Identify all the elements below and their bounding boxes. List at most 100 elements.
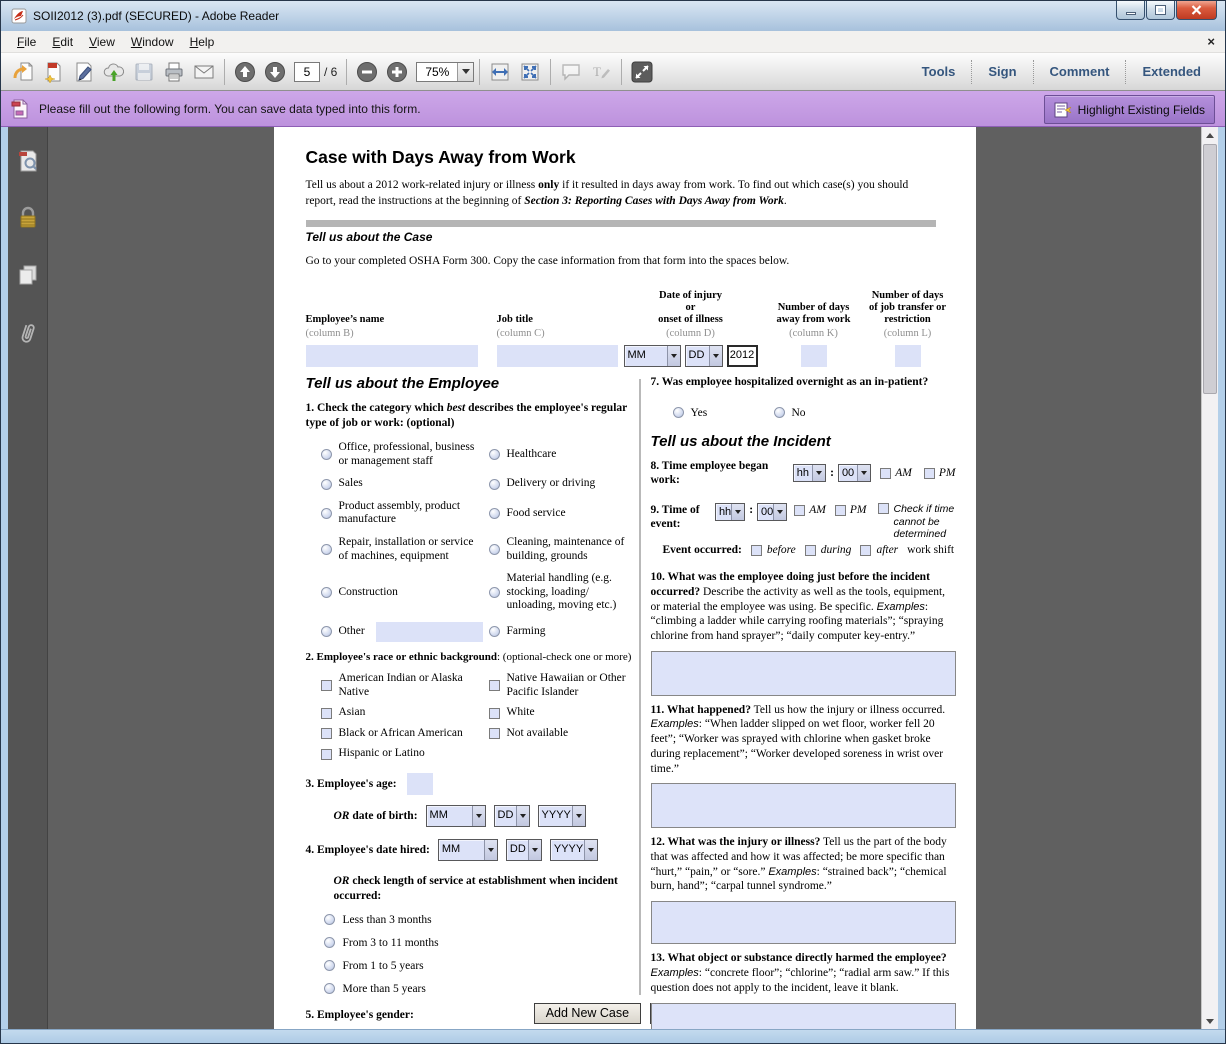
close-document-icon[interactable]: × (1207, 34, 1215, 49)
event-minute-select[interactable]: 00 (757, 503, 787, 521)
radio-option-office[interactable]: Office, professional, business or manage… (321, 441, 489, 468)
radio-hospitalized-no[interactable]: No (774, 406, 806, 420)
zoom-level-select[interactable]: 75% (416, 62, 474, 82)
radio-option-cleaning[interactable]: Cleaning, maintenance of building, groun… (489, 536, 647, 563)
hired-month-select[interactable]: MM (438, 839, 498, 861)
checkbox-during-shift[interactable]: during (805, 543, 852, 557)
tools-panel-button[interactable]: Tools (906, 60, 972, 84)
next-page-icon (263, 60, 287, 84)
employee-age-input[interactable] (407, 773, 433, 795)
sign-panel-button[interactable]: Sign (971, 60, 1032, 84)
radio-1-5-years[interactable]: From 1 to 5 years (324, 959, 632, 973)
title-bar[interactable]: SOII2012 (3).pdf (SECURED) - Adobe Reade… (1, 1, 1225, 31)
menu-help[interactable]: Help (182, 33, 223, 51)
previous-page-button[interactable] (230, 57, 260, 87)
days-transfer-input[interactable] (895, 345, 921, 367)
send-cloud-button[interactable] (99, 57, 129, 87)
q12-textarea[interactable] (651, 901, 956, 944)
radio-option-product-assembly[interactable]: Product assembly, product manufacture (321, 500, 489, 527)
radio-option-delivery[interactable]: Delivery or driving (489, 477, 647, 491)
hired-day-select[interactable]: DD (506, 839, 542, 861)
began-hour-select[interactable]: hh (793, 464, 826, 482)
injury-day-select[interactable]: DD (685, 345, 723, 367)
employee-name-input[interactable] (306, 345, 478, 367)
minimize-button[interactable] (1116, 1, 1145, 20)
security-button[interactable] (17, 206, 39, 235)
open-button[interactable] (9, 57, 39, 87)
create-pdf-button[interactable] (39, 57, 69, 87)
next-page-button[interactable] (260, 57, 290, 87)
radio-option-material-handling[interactable]: Material handling (e.g. stocking, loadin… (489, 572, 647, 613)
dob-year-select[interactable]: YYYY (538, 805, 586, 827)
radio-option-other[interactable]: Other (321, 622, 489, 642)
dob-day-select[interactable]: DD (494, 805, 530, 827)
radio-hospitalized-yes[interactable]: Yes (673, 406, 774, 420)
pages-button[interactable] (16, 263, 40, 292)
vertical-scrollbar[interactable] (1201, 127, 1218, 1029)
checkbox-hispanic[interactable]: Hispanic or Latino (321, 747, 489, 761)
radio-option-construction[interactable]: Construction (321, 572, 489, 613)
injury-month-select[interactable]: MM (624, 345, 681, 367)
began-minute-select[interactable]: 00 (838, 464, 871, 482)
checkbox-black[interactable]: Black or African American (321, 727, 489, 741)
page-title: Case with Days Away from Work (306, 147, 936, 168)
injury-year-field[interactable]: 2012 (727, 345, 758, 367)
days-away-input[interactable] (801, 345, 827, 367)
fit-width-button[interactable] (485, 57, 515, 87)
checkbox-before-shift[interactable]: before (751, 543, 796, 557)
highlight-fields-button[interactable]: Highlight Existing Fields (1044, 95, 1215, 124)
comment-panel-button[interactable]: Comment (1033, 60, 1126, 84)
zoom-dropdown-button[interactable] (457, 63, 473, 81)
comment-button[interactable] (556, 57, 586, 87)
q13-textarea[interactable] (651, 1003, 956, 1029)
scroll-up-button[interactable] (1202, 127, 1218, 143)
radio-less-3-months[interactable]: Less than 3 months (324, 913, 632, 927)
text-edit-button[interactable]: T (586, 57, 616, 87)
page-number-input[interactable]: 5 (294, 62, 320, 82)
checkbox-asian[interactable]: Asian (321, 706, 489, 720)
checkbox-american-indian[interactable]: American Indian or Alaska Native (321, 672, 489, 699)
dob-month-select[interactable]: MM (426, 805, 486, 827)
extended-panel-button[interactable]: Extended (1125, 60, 1217, 84)
restore-button[interactable] (1146, 1, 1175, 20)
event-hour-select[interactable]: hh (715, 503, 745, 521)
checkbox-began-am[interactable]: AM (880, 466, 912, 480)
document-area[interactable]: Case with Days Away from Work Tell us ab… (48, 127, 1201, 1029)
email-button[interactable] (189, 57, 219, 87)
menu-view[interactable]: View (81, 33, 123, 51)
radio-option-food-service[interactable]: Food service (489, 500, 647, 527)
checkbox-event-pm[interactable]: PM (835, 503, 867, 517)
radio-3-11-months[interactable]: From 3 to 11 months (324, 936, 632, 950)
radio-option-sales[interactable]: Sales (321, 477, 489, 491)
radio-option-farming[interactable]: Farming (489, 622, 647, 642)
scrollbar-thumb[interactable] (1203, 144, 1217, 394)
radio-more-5-years[interactable]: More than 5 years (324, 982, 632, 996)
print-button[interactable] (159, 57, 189, 87)
save-button[interactable] (129, 57, 159, 87)
menu-edit[interactable]: Edit (44, 33, 81, 51)
zoom-in-button[interactable] (382, 57, 412, 87)
other-occupation-input[interactable] (376, 622, 483, 642)
menu-file[interactable]: File (9, 33, 44, 51)
sign-button[interactable] (69, 57, 99, 87)
checkbox-began-pm[interactable]: PM (924, 466, 956, 480)
q10-textarea[interactable] (651, 651, 956, 696)
job-title-input[interactable] (497, 345, 618, 367)
radio-option-healthcare[interactable]: Healthcare (489, 441, 647, 468)
menu-window[interactable]: Window (123, 33, 182, 51)
checkbox-after-shift[interactable]: after (860, 543, 898, 557)
close-button[interactable] (1176, 1, 1217, 20)
fullscreen-button[interactable] (627, 57, 657, 87)
q11-textarea[interactable] (651, 783, 956, 828)
checkbox-white[interactable]: White (489, 706, 647, 720)
checkbox-native-hawaiian[interactable]: Native Hawaiian or Other Pacific Islande… (489, 672, 647, 699)
attachments-button[interactable] (17, 320, 39, 351)
checkbox-not-available[interactable]: Not available (489, 727, 647, 741)
radio-option-repair[interactable]: Repair, installation or service of machi… (321, 536, 489, 563)
fit-page-button[interactable] (515, 57, 545, 87)
checkbox-time-undetermined[interactable]: Check if time cannot be determined (878, 503, 956, 541)
checkbox-event-am[interactable]: AM (794, 503, 826, 517)
zoom-out-button[interactable] (352, 57, 382, 87)
hired-year-select[interactable]: YYYY (550, 839, 598, 861)
page-thumbnails-button[interactable] (16, 149, 40, 178)
